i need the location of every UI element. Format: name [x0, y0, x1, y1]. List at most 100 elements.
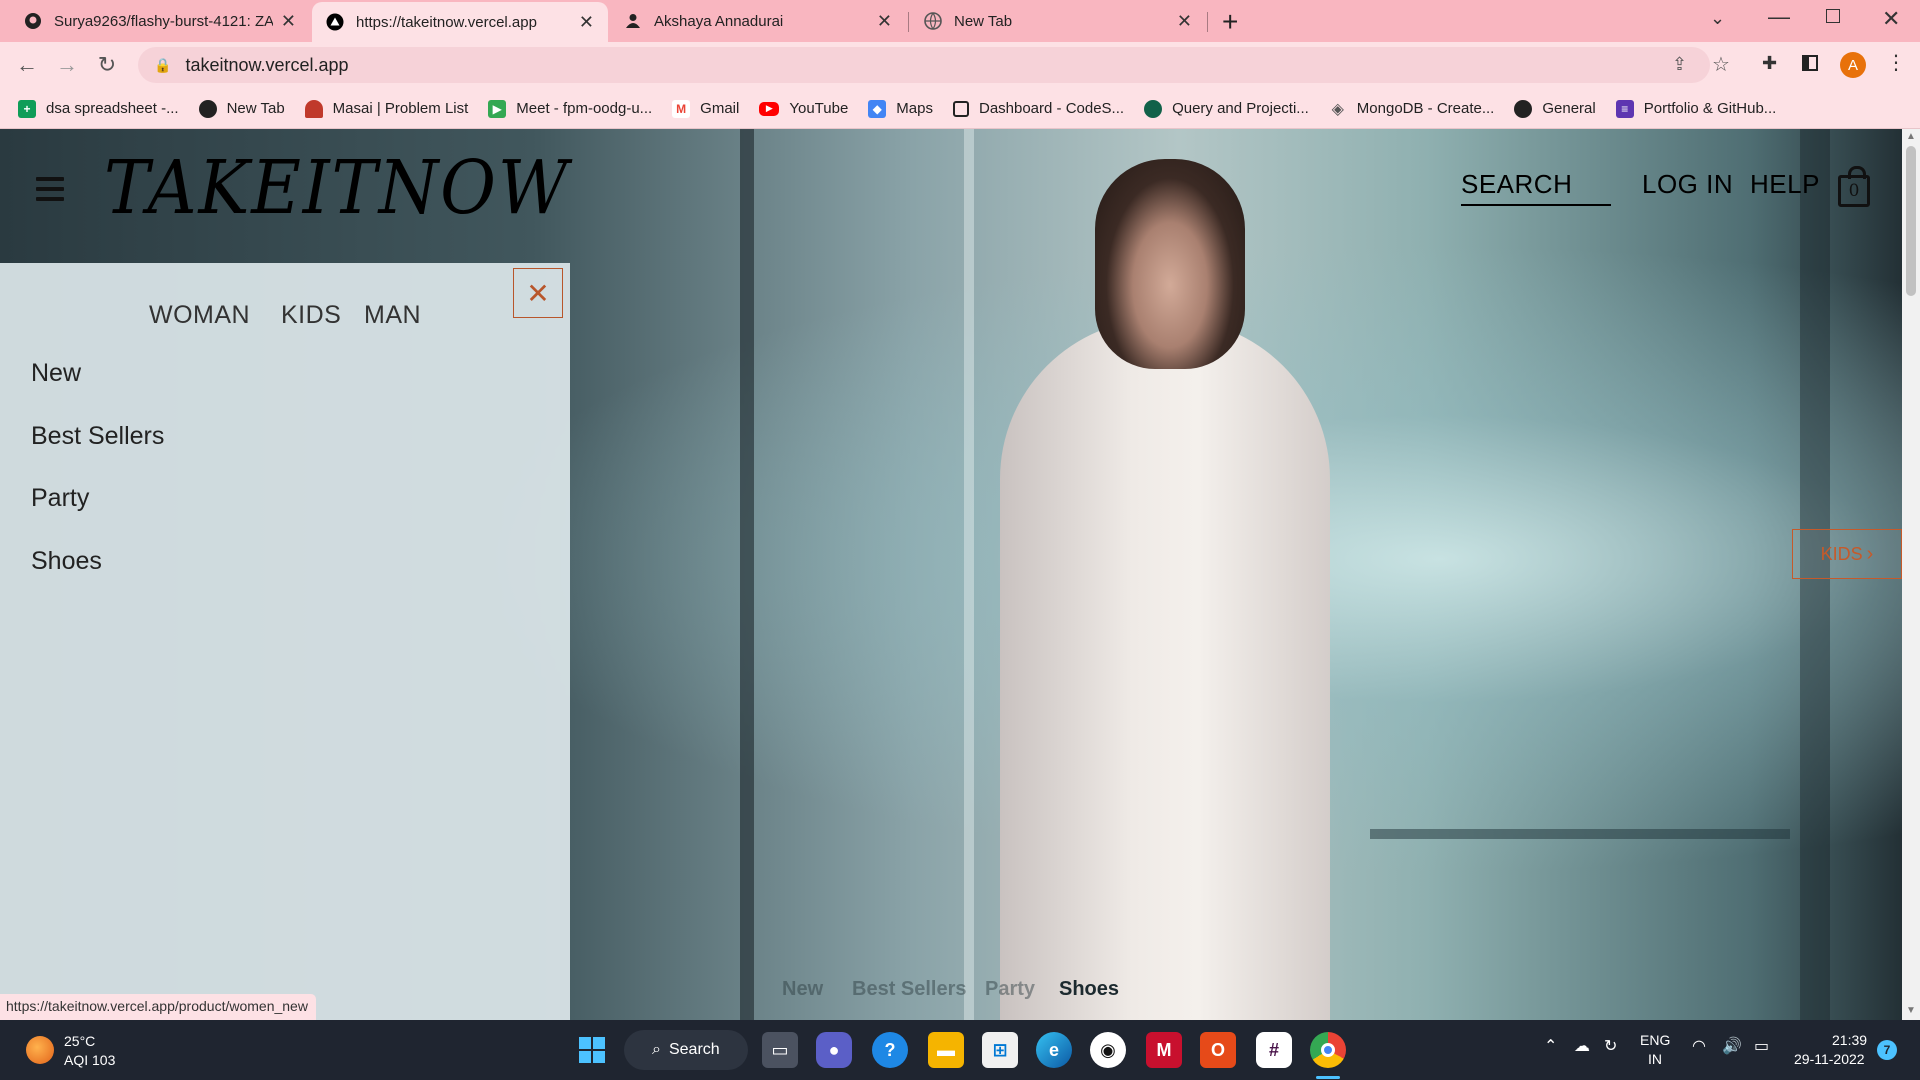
restore-icon[interactable]	[1826, 9, 1840, 23]
back-icon[interactable]: ←	[12, 50, 42, 80]
status-bar-url: https://takeitnow.vercel.app/product/wom…	[0, 994, 316, 1020]
weather-temp[interactable]: 25°C	[64, 1032, 95, 1050]
close-tab-icon[interactable]: ✕	[579, 12, 594, 33]
bookmark-item[interactable]: ◈ MongoDB - Create...	[1329, 100, 1495, 118]
kids-slide-button[interactable]: KIDS ›	[1792, 529, 1902, 579]
lock-icon: 🔒	[154, 56, 172, 73]
bookmark-item[interactable]: ≡ Portfolio & GitHub...	[1615, 99, 1776, 118]
bookmarks-bar: + dsa spreadsheet -... New Tab Masai | Pr…	[0, 89, 1920, 129]
elevator-frame	[740, 129, 754, 1020]
reload-icon[interactable]: ↻	[92, 50, 122, 80]
chrome-icon[interactable]	[1310, 1032, 1346, 1068]
bookmark-item[interactable]: ▶ Meet - fpm-oodg-u...	[488, 99, 652, 118]
bookmark-item[interactable]: ◆ Maps	[868, 99, 933, 118]
tray-overflow-icon[interactable]: ⌃	[1544, 1038, 1557, 1056]
bookmark-item[interactable]: Dashboard - CodeS...	[952, 100, 1124, 117]
menu-item-best-sellers[interactable]: Best Sellers	[31, 422, 164, 451]
category-tab-man[interactable]: MAN	[364, 301, 421, 330]
page-scrollbar[interactable]: ▲ ▼	[1902, 129, 1920, 1020]
square-icon	[952, 100, 969, 117]
bottom-link-party[interactable]: Party	[985, 978, 1035, 1001]
page-viewport: TAKEITNOW SEARCH LOG IN HELP 0 ✕ WOMAN K…	[0, 129, 1902, 1020]
globe-icon	[198, 99, 217, 118]
help-link[interactable]: HELP	[1750, 169, 1820, 200]
file-explorer-icon[interactable]: ▬	[928, 1032, 964, 1068]
menu-item-new[interactable]: New	[31, 359, 81, 388]
side-panel-icon[interactable]	[1802, 55, 1818, 71]
scroll-down-icon[interactable]: ▼	[1906, 1005, 1916, 1016]
github-desktop-icon[interactable]: ◉	[1090, 1032, 1126, 1068]
windows-start-icon[interactable]	[574, 1032, 610, 1068]
bookmark-item[interactable]: Query and Projecti...	[1144, 99, 1309, 118]
search-link[interactable]: SEARCH	[1461, 169, 1611, 206]
minimize-icon[interactable]: —	[1768, 4, 1790, 30]
person-icon	[624, 12, 642, 30]
mcafee-icon[interactable]: M	[1146, 1032, 1182, 1068]
github-icon	[1514, 99, 1533, 118]
bottom-link-best-sellers[interactable]: Best Sellers	[852, 978, 967, 1001]
hamburger-menu-icon[interactable]	[36, 177, 64, 201]
close-menu-button[interactable]: ✕	[513, 268, 563, 318]
slack-icon[interactable]: #	[1256, 1032, 1292, 1068]
tab-github[interactable]: Surya9263/flashy-burst-4121: ZA ✕	[10, 0, 310, 42]
scroll-thumb[interactable]	[1906, 146, 1916, 296]
tab-search-chevron-icon[interactable]: ⌄	[1710, 8, 1725, 29]
share-icon[interactable]: ⇪	[1672, 54, 1687, 75]
close-tab-icon[interactable]: ✕	[281, 11, 296, 32]
category-tab-woman[interactable]: WOMAN	[149, 301, 250, 330]
sync-icon[interactable]: ↻	[1604, 1038, 1617, 1056]
tab-takeitnow[interactable]: https://takeitnow.vercel.app ✕	[312, 2, 608, 42]
edge-icon[interactable]: e	[1036, 1032, 1072, 1068]
volume-icon[interactable]: 🔊	[1722, 1038, 1742, 1056]
address-input[interactable]: 🔒 takeitnow.vercel.app	[138, 47, 1710, 83]
close-tab-icon[interactable]: ✕	[877, 11, 892, 32]
tab-akshaya[interactable]: Akshaya Annadurai ✕	[610, 0, 906, 42]
bottom-link-shoes[interactable]: Shoes	[1059, 978, 1119, 1001]
model-coat	[1000, 319, 1330, 1020]
language-top[interactable]: ENG	[1640, 1031, 1670, 1049]
menu-item-party[interactable]: Party	[31, 484, 89, 513]
category-tab-kids[interactable]: KIDS	[281, 301, 341, 330]
weather-aqi[interactable]: AQI 103	[64, 1051, 115, 1069]
task-view-icon[interactable]: ▭	[762, 1032, 798, 1068]
teams-chat-icon[interactable]: ●	[816, 1032, 852, 1068]
office-icon[interactable]: O	[1200, 1032, 1236, 1068]
bookmark-star-icon[interactable]: ☆	[1712, 52, 1730, 77]
menu-item-shoes[interactable]: Shoes	[31, 547, 102, 576]
tab-title: Akshaya Annadurai	[654, 12, 784, 30]
profile-avatar[interactable]: A	[1840, 52, 1866, 78]
close-tab-icon[interactable]: ✕	[1177, 11, 1192, 32]
forward-icon[interactable]: →	[52, 50, 82, 80]
bookmark-item[interactable]: ▶ YouTube	[759, 100, 848, 117]
notification-badge[interactable]: 7	[1877, 1040, 1897, 1060]
login-link[interactable]: LOG IN	[1642, 169, 1733, 200]
battery-icon[interactable]: ▭	[1754, 1038, 1769, 1056]
help-app-icon[interactable]: ?	[872, 1032, 908, 1068]
bookmark-item[interactable]: General	[1514, 99, 1596, 118]
bookmark-item[interactable]: M Gmail	[672, 99, 739, 118]
close-window-icon[interactable]: ✕	[1882, 6, 1900, 32]
shopping-bag-icon[interactable]: 0	[1838, 166, 1870, 207]
bottom-link-new[interactable]: New	[782, 978, 823, 1001]
site-logo[interactable]: TAKEITNOW	[104, 145, 570, 231]
language-bottom[interactable]: IN	[1648, 1050, 1662, 1068]
bookmark-item[interactable]: Masai | Problem List	[304, 99, 468, 118]
wifi-icon[interactable]: ◠	[1692, 1038, 1706, 1056]
tab-separator	[1207, 12, 1208, 32]
clock-date[interactable]: 29-11-2022	[1794, 1050, 1865, 1068]
sheets-icon: +	[18, 99, 36, 118]
onedrive-icon[interactable]: ☁	[1574, 1038, 1590, 1056]
tab-new-tab[interactable]: New Tab ✕	[910, 0, 1206, 42]
weather-icon[interactable]	[26, 1036, 54, 1064]
bookmark-item[interactable]: New Tab	[198, 99, 285, 118]
windows-taskbar: 25°C AQI 103 ⌕ Search ▭ ● ? ▬ ⊞ e ◉ M O …	[0, 1020, 1920, 1080]
taskbar-search-button[interactable]: ⌕ Search	[624, 1030, 748, 1070]
tab-separator	[908, 12, 909, 32]
menu-kebab-icon[interactable]: ⋮	[1886, 50, 1906, 75]
clock-time[interactable]: 21:39	[1832, 1031, 1867, 1049]
extensions-icon[interactable]: ✚	[1762, 53, 1777, 74]
bookmark-item[interactable]: + dsa spreadsheet -...	[18, 99, 179, 118]
scroll-up-icon[interactable]: ▲	[1906, 131, 1916, 142]
new-tab-icon[interactable]: +	[1222, 6, 1238, 38]
microsoft-store-icon[interactable]: ⊞	[982, 1032, 1018, 1068]
